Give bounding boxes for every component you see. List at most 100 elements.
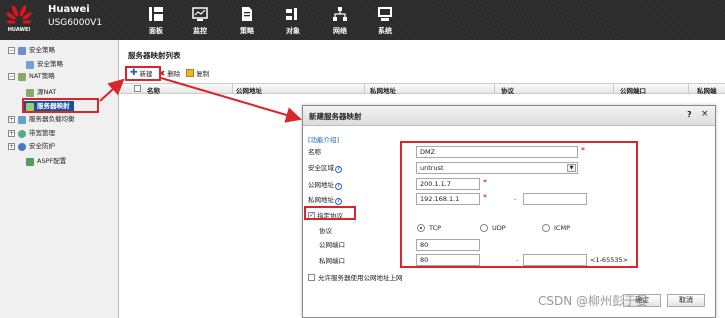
new-server-mapping-dialog: 新建服务器映射 ? × [功能介绍] 名称 DMZ * 安全区域? untrus… [302, 105, 716, 318]
copy-button-label: 复制 [196, 70, 210, 78]
sidebar-item-server-mapping[interactable]: 服务器映射 [24, 101, 74, 112]
chevron-down-icon[interactable]: ▼ [567, 164, 576, 172]
private-port-start-input[interactable]: 80 [416, 254, 480, 266]
public-port-input[interactable]: 80 [416, 239, 480, 251]
nav-label: 系统 [378, 27, 392, 35]
column-header-public-port[interactable]: 公网端口 [620, 85, 646, 95]
nav-label: 网络 [333, 27, 347, 35]
sidebar-item-security-policy[interactable]: − 安全策略 [8, 45, 55, 56]
dashboard-icon [149, 7, 163, 21]
help-circle-icon[interactable]: ? [335, 183, 342, 190]
protocol-radio-icmp[interactable]: ICMP [542, 224, 570, 232]
page-title: 服务器映射列表 [128, 51, 181, 60]
expand-icon[interactable]: + [8, 130, 15, 137]
public-ip-label-text: 公网地址 [308, 181, 334, 189]
protocol-option-label: UDP [492, 224, 506, 232]
radio-icon[interactable] [480, 224, 488, 232]
name-label: 名称 [308, 148, 321, 156]
column-header-public-ip[interactable]: 公网地址 [236, 85, 262, 95]
column-divider [688, 84, 689, 94]
feature-intro-link[interactable]: [功能介绍] [308, 134, 339, 144]
network-icon [333, 7, 347, 21]
radio-selected-icon[interactable] [417, 224, 425, 232]
column-header-private-ip[interactable]: 私网地址 [370, 85, 396, 95]
port-range-hint: <1-65535> [590, 256, 629, 264]
new-button-label: 新建 [139, 70, 153, 78]
allow-public-label: 允许服务器使用公网地址上网 [318, 274, 403, 282]
sidebar-item-aspf[interactable]: ASPF配置 [26, 156, 66, 167]
column-header-private-port[interactable]: 私网端 [697, 85, 717, 95]
column-divider [364, 84, 365, 94]
brand-name: Huawei [48, 4, 90, 15]
cancel-button[interactable]: 取消 [667, 294, 705, 307]
nav-dashboard[interactable]: 面板 [139, 6, 173, 36]
zone-select[interactable]: untrust ▼ [416, 162, 578, 174]
system-icon [378, 7, 392, 21]
expand-icon[interactable]: + [8, 116, 15, 123]
select-all-checkbox[interactable] [134, 85, 141, 92]
top-navigation-bar: HUAWEI Huawei USG6000V1 面板 监控 策略 对象 网络 系… [0, 0, 725, 40]
monitor-icon [192, 7, 208, 21]
column-divider [613, 84, 614, 94]
aspf-icon [26, 157, 34, 166]
nav-object[interactable]: 对象 [276, 6, 310, 36]
server-mapping-icon [26, 102, 34, 111]
sidebar-item-nat-policy[interactable]: − NAT策略 [8, 71, 55, 82]
sidebar-item-source-nat[interactable]: 源NAT [26, 87, 56, 98]
column-header-protocol[interactable]: 协议 [501, 85, 514, 95]
copy-button[interactable]: 复制 [186, 68, 209, 78]
specify-protocol-option[interactable]: ✓ 指定协议 [308, 210, 343, 220]
protocol-option-label: TCP [429, 224, 442, 232]
private-port-end-input[interactable] [523, 254, 587, 266]
allow-public-option[interactable]: 允许服务器使用公网地址上网 [308, 272, 403, 282]
nav-monitor[interactable]: 监控 [183, 6, 217, 36]
public-ip-input[interactable]: 200.1.1.7 [416, 178, 480, 190]
dialog-title: 新建服务器映射 [309, 112, 362, 121]
close-icon[interactable]: × [701, 109, 709, 119]
allow-public-checkbox[interactable] [308, 273, 315, 281]
private-ip-label-text: 私网地址 [308, 196, 334, 204]
list-toolbar: ✚ 新建 ✖ 删除 复制 [120, 66, 725, 80]
nav-network[interactable]: 网络 [323, 6, 357, 36]
nav-label: 面板 [149, 27, 163, 35]
sidebar-item-load-balance[interactable]: + 服务器负载均衡 [8, 114, 75, 125]
nav-system[interactable]: 系统 [368, 6, 402, 36]
delete-button-label: 删除 [167, 70, 181, 78]
protection-icon [18, 142, 26, 151]
sidebar-item-security-policy-leaf[interactable]: 安全策略 [26, 59, 63, 70]
required-mark: * [581, 146, 585, 155]
expand-icon[interactable]: + [8, 143, 15, 150]
protocol-radio-udp[interactable]: UDP [480, 224, 506, 232]
sidebar-item-protection[interactable]: + 安全防护 [8, 141, 55, 152]
private-ip-end-input[interactable] [523, 193, 587, 205]
column-header-name[interactable]: 名称 [147, 85, 160, 95]
app-window: HUAWEI Huawei USG6000V1 面板 监控 策略 对象 网络 系… [0, 0, 725, 318]
security-policy-leaf-icon [26, 60, 34, 69]
help-circle-icon[interactable]: ? [335, 166, 342, 173]
delete-icon: ✖ [158, 68, 166, 78]
help-circle-icon[interactable]: ? [335, 198, 342, 205]
private-ip-start-input[interactable]: 192.168.1.1 [416, 193, 480, 205]
column-divider [232, 84, 233, 94]
public-ip-label: 公网地址? [308, 179, 342, 190]
bandwidth-icon [18, 129, 26, 138]
specify-protocol-label: 指定协议 [317, 212, 343, 220]
new-button[interactable]: ✚ 新建 [130, 68, 153, 78]
collapse-icon[interactable]: − [8, 47, 15, 54]
nav-label: 对象 [286, 27, 300, 35]
sidebar-item-bandwidth[interactable]: + 带宽管理 [8, 128, 55, 139]
zone-select-value: untrust [420, 164, 444, 172]
nav-policy[interactable]: 策略 [230, 6, 264, 36]
help-icon[interactable]: ? [687, 110, 692, 119]
specify-protocol-checkbox[interactable]: ✓ [308, 211, 315, 219]
sidebar-item-label: ASPF配置 [37, 157, 67, 165]
private-port-label: 私网端口 [319, 257, 345, 265]
collapse-icon[interactable]: − [8, 73, 15, 80]
delete-button[interactable]: ✖ 删除 [158, 68, 181, 79]
sidebar-item-label: 带宽管理 [29, 129, 55, 137]
source-nat-icon [26, 88, 34, 97]
protocol-radio-tcp[interactable]: TCP [417, 224, 441, 232]
public-port-label: 公网端口 [319, 241, 345, 249]
name-input[interactable]: DMZ [416, 146, 578, 158]
radio-icon[interactable] [542, 224, 550, 232]
